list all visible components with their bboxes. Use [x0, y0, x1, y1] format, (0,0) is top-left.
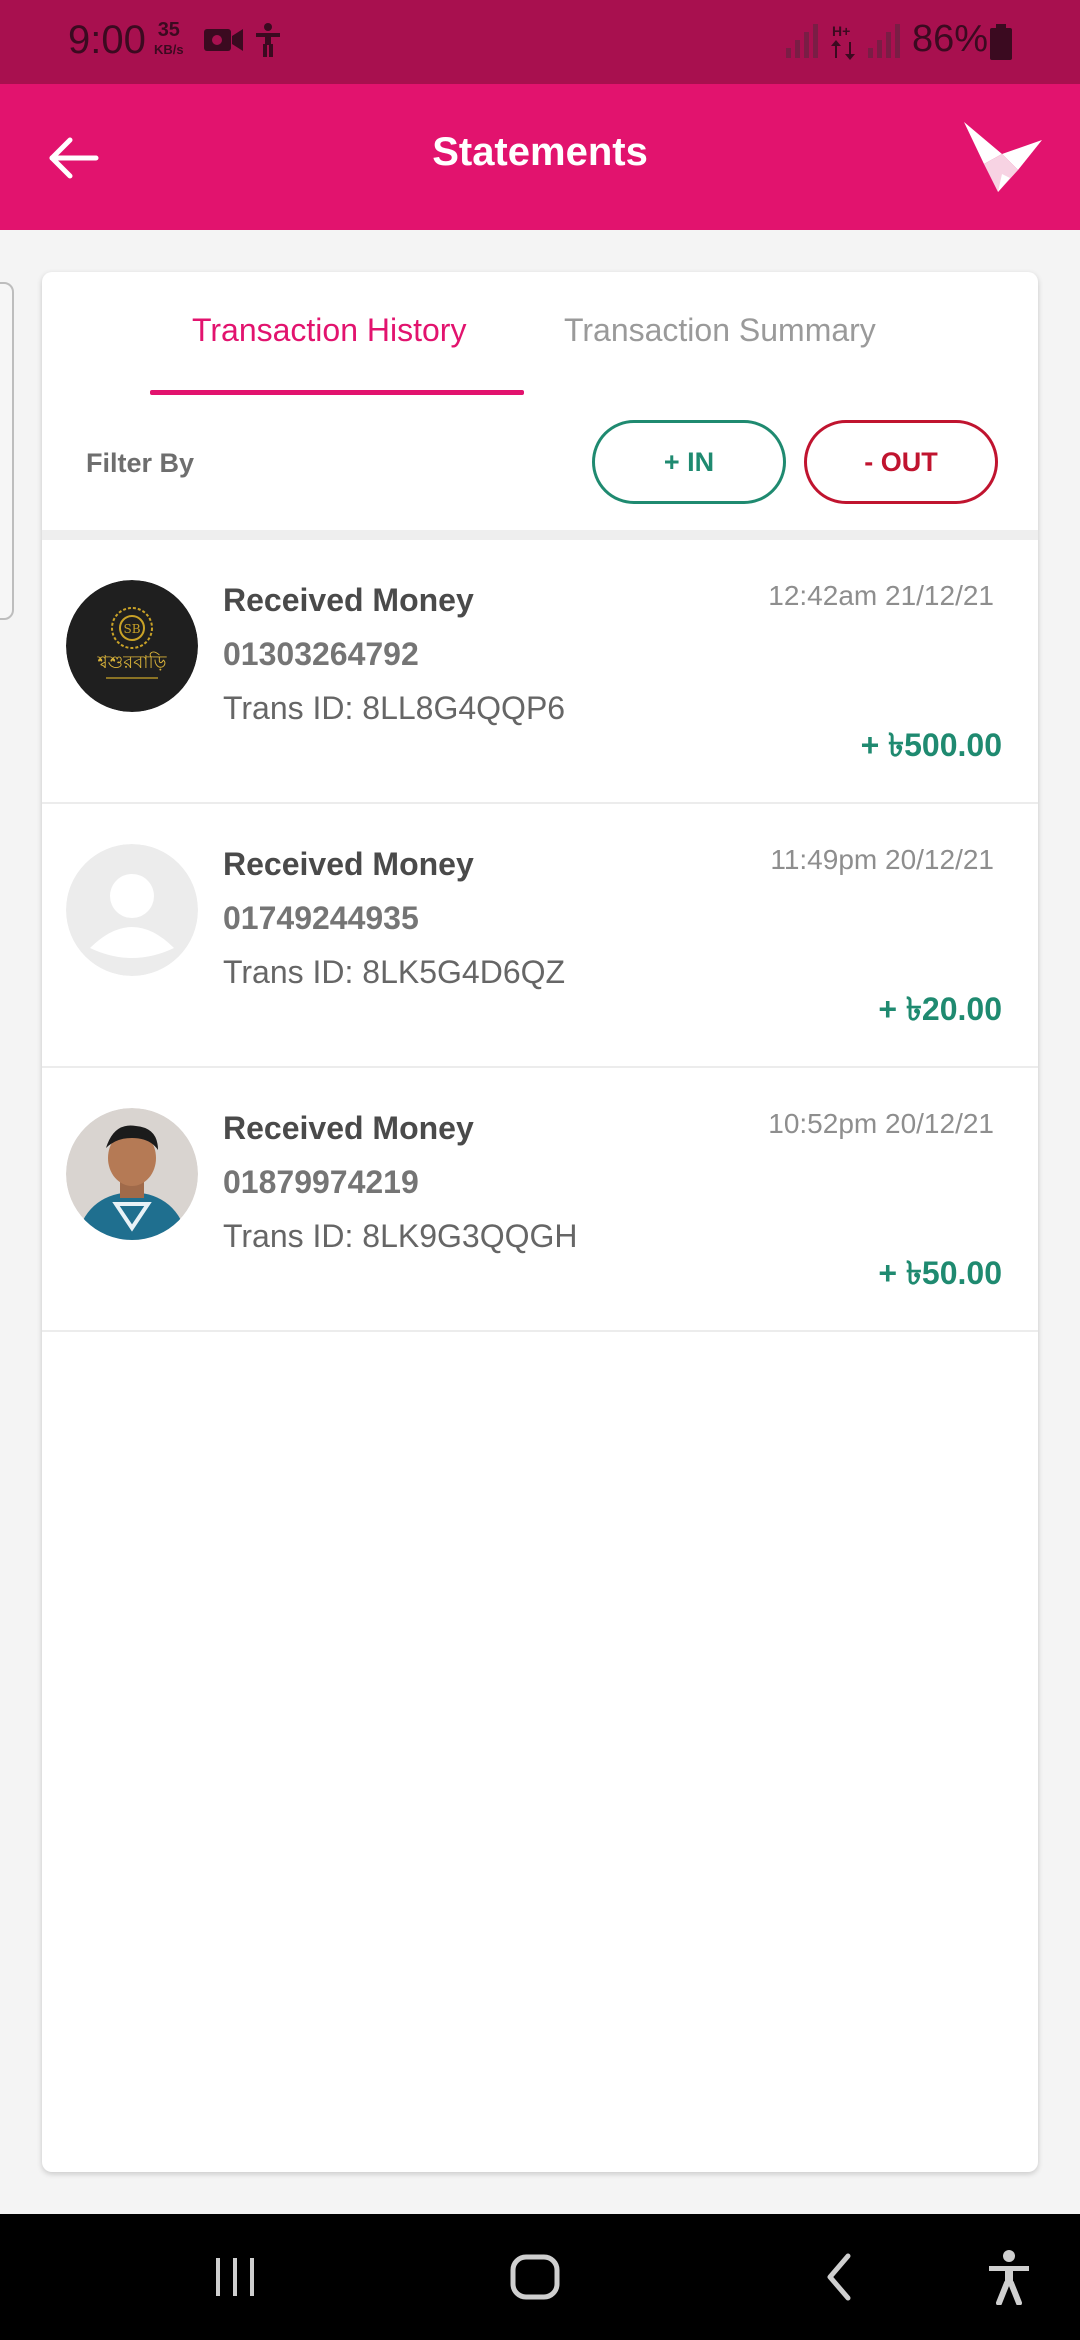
- transaction-row[interactable]: SB শ্বশুরবাড়ি Received Money 0130326479…: [42, 540, 1038, 804]
- transaction-phone: 01879974219: [223, 1164, 419, 1200]
- status-time: 9:00: [68, 18, 146, 62]
- filter-label: Filter By: [86, 448, 195, 478]
- accessibility-button[interactable]: [964, 2214, 1054, 2340]
- default-user-avatar: [66, 844, 198, 976]
- transaction-amount: + ৳20.00: [878, 991, 1002, 1027]
- network-speed: 35 KB/s: [154, 20, 184, 60]
- side-drawer-handle[interactable]: [0, 282, 14, 620]
- data-transfer-icon: H+: [831, 23, 855, 60]
- transaction-time: 10:52pm 20/12/21: [768, 1108, 994, 1139]
- recent-apps-icon: [216, 2258, 254, 2296]
- tab-transaction-history[interactable]: Transaction History: [192, 312, 466, 349]
- recent-apps-button[interactable]: [190, 2214, 280, 2340]
- video-camera-icon: [204, 29, 243, 51]
- filter-in-button[interactable]: + IN: [592, 420, 786, 504]
- battery-percent: 86%: [912, 18, 989, 60]
- tab-bar: Transaction History Transaction Summary: [42, 272, 1038, 398]
- shop-logo-avatar: SB শ্বশুরবাড়ি: [66, 580, 198, 712]
- status-bar: 9:00 35 KB/s H+ 86%: [0, 0, 1080, 84]
- transaction-id: Trans ID: 8LK5G4D6QZ: [223, 954, 566, 990]
- svg-text:শ্বশুরবাড়ি: শ্বশুরবাড়ি: [97, 652, 168, 673]
- accessibility-icon: [989, 2250, 1029, 2305]
- transaction-phone: 01749244935: [223, 900, 419, 936]
- statement-card: Transaction History Transaction Summary …: [42, 272, 1038, 2172]
- user-photo-avatar: [66, 1108, 198, 1240]
- bird-logo-icon: [964, 122, 1042, 192]
- back-button[interactable]: [795, 2214, 885, 2340]
- network-speed-value: 35: [157, 19, 180, 41]
- signal-icon: [786, 24, 818, 58]
- transaction-row[interactable]: Received Money 01879974219 Trans ID: 8LK…: [42, 1068, 1038, 1332]
- svg-text:SB: SB: [123, 622, 140, 636]
- back-chevron-icon: [827, 2253, 851, 2301]
- divider: [42, 530, 1038, 540]
- signal-icon-2: [868, 24, 900, 58]
- transaction-title: Received Money: [223, 582, 474, 618]
- transaction-amount: + ৳500.00: [860, 727, 1002, 763]
- accessibility-icon: [256, 23, 280, 57]
- filter-out-button[interactable]: - OUT: [804, 420, 998, 504]
- home-button[interactable]: [490, 2214, 580, 2340]
- page-title: Statements: [432, 130, 648, 174]
- transaction-title: Received Money: [223, 846, 474, 882]
- transaction-title: Received Money: [223, 1110, 474, 1146]
- svg-text:H+: H+: [832, 23, 850, 39]
- transaction-id: Trans ID: 8LK9G3QQGH: [223, 1218, 578, 1254]
- transaction-row[interactable]: Received Money 01749244935 Trans ID: 8LK…: [42, 804, 1038, 1068]
- app-bar: Statements: [0, 84, 1080, 230]
- transaction-time: 12:42am 21/12/21: [768, 580, 994, 611]
- home-icon: [510, 2254, 560, 2300]
- transaction-time: 11:49pm 20/12/21: [770, 844, 994, 875]
- active-tab-indicator: [150, 390, 524, 395]
- system-nav-bar: [0, 2214, 1080, 2340]
- transaction-id: Trans ID: 8LL8G4QQP6: [223, 690, 566, 726]
- transaction-list: SB শ্বশুরবাড়ি Received Money 0130326479…: [42, 540, 1038, 1332]
- transaction-amount: + ৳50.00: [878, 1255, 1002, 1291]
- battery-icon: [990, 24, 1012, 60]
- network-speed-unit: KB/s: [154, 42, 184, 57]
- transaction-phone: 01303264792: [223, 636, 419, 672]
- tab-transaction-summary[interactable]: Transaction Summary: [564, 312, 876, 349]
